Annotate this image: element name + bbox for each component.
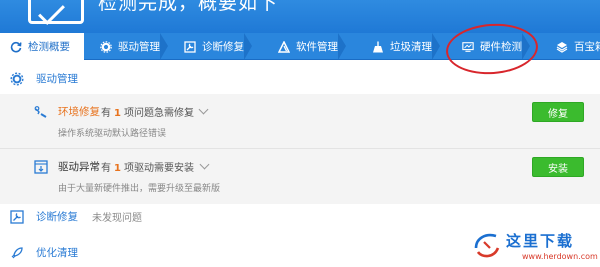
issue-label: 环境修复 xyxy=(58,106,100,118)
section-title: 诊断修复 xyxy=(36,211,78,223)
issue-label: 驱动异常 xyxy=(58,161,100,173)
gear-icon xyxy=(100,40,112,53)
issue-summary: 有 1 项驱动需要安装 xyxy=(101,159,194,174)
watermark-url: www.herdown.com xyxy=(522,252,598,261)
issue-row: 环境修复 有 1 项问题急需修复 操作系统驱动默认路径错误 修复 xyxy=(0,94,600,149)
refresh-icon xyxy=(10,41,22,53)
app-window: 检测完成，概要如下 检测概要 驱动管理 诊断修复 软件管理 垃圾清理 硬件检测 … xyxy=(0,0,600,267)
tab-label: 驱动管理 xyxy=(118,41,160,53)
issue-count: 1 xyxy=(114,163,121,174)
page-title: 检测完成，概要如下 xyxy=(98,0,279,14)
tab-label: 百宝箱 xyxy=(574,41,600,53)
repair-button[interactable]: 修复 xyxy=(532,102,584,122)
section-title: 驱动管理 xyxy=(36,73,78,85)
issue-row: 驱动异常 有 1 项驱动需要安装 由于大量新硬件推出，需要升级至最新版 安装 xyxy=(0,149,600,203)
install-button[interactable]: 安装 xyxy=(532,157,584,177)
wrench-icon xyxy=(184,40,196,53)
watermark-logo-icon xyxy=(472,230,502,260)
watermark-name: 这里下载 xyxy=(506,232,575,250)
issue-count: 1 xyxy=(114,108,121,119)
issue-detail: 由于大量新硬件推出，需要升级至最新版 xyxy=(58,184,221,194)
watermark: 这里下载 www.herdown.com xyxy=(468,228,600,267)
triangle-icon xyxy=(278,40,290,53)
broom-icon xyxy=(372,41,384,53)
gear-icon xyxy=(10,71,24,86)
repair-icon xyxy=(34,104,48,118)
wrench-icon xyxy=(10,209,24,224)
tab-toolbox[interactable]: 百宝箱 xyxy=(556,33,600,60)
tab-diagnose-repair[interactable]: 诊断修复 xyxy=(184,33,252,60)
section-driver-management: 驱动管理 xyxy=(0,62,600,94)
issue-suffix: 项问题急需修复 xyxy=(123,108,194,119)
issues-panel: 环境修复 有 1 项问题急需修复 操作系统驱动默认路径错误 修复 驱动异常 有 1 项驱… xyxy=(0,94,600,204)
section-title: 优化清理 xyxy=(36,247,78,259)
issue-summary: 有 1 项问题急需修复 xyxy=(101,104,194,119)
tab-label: 检测概要 xyxy=(28,41,70,53)
tab-driver-management[interactable]: 驱动管理 xyxy=(100,33,168,60)
chevron-down-icon[interactable] xyxy=(199,159,210,170)
tab-overview[interactable]: 检测概要 xyxy=(0,33,84,60)
section-status: 未发现问题 xyxy=(92,213,142,224)
monitor-check-icon xyxy=(28,0,84,24)
issue-prefix: 有 xyxy=(101,163,111,174)
driver-install-icon xyxy=(34,159,48,174)
tab-software-management[interactable]: 软件管理 xyxy=(278,33,346,60)
tab-label: 垃圾清理 xyxy=(390,41,432,53)
tab-junk-cleanup[interactable]: 垃圾清理 xyxy=(372,33,440,60)
chevron-down-icon[interactable] xyxy=(198,104,209,115)
issue-suffix: 项驱动需要安装 xyxy=(123,163,194,174)
box-icon xyxy=(556,41,568,53)
issue-prefix: 有 xyxy=(101,108,111,119)
rocket-icon xyxy=(10,245,24,259)
tab-label: 软件管理 xyxy=(296,41,338,53)
issue-detail: 操作系统驱动默认路径错误 xyxy=(58,129,167,139)
tab-label: 诊断修复 xyxy=(202,41,244,53)
